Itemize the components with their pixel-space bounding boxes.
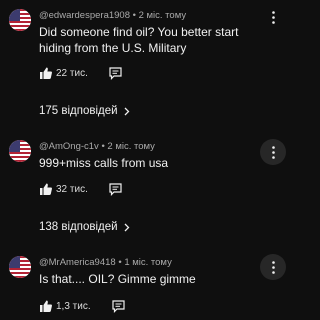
thumbs-up-icon[interactable] <box>39 182 53 196</box>
us-flag-icon <box>9 256 31 278</box>
comment-meta: @edwardespera1908 • 2 міс. тому <box>39 10 186 21</box>
meta-separator: • <box>129 10 139 21</box>
avatar[interactable] <box>9 9 31 31</box>
comment-time: 1 міс. тому <box>124 257 172 268</box>
comment-actions: 32 тис. <box>39 181 122 197</box>
comment-meta: @AmOng-c1v • 2 міс. тому <box>39 141 155 152</box>
more-vertical-icon <box>271 260 275 274</box>
comment-actions: 22 тис. <box>39 65 122 81</box>
thumbs-up-icon[interactable] <box>39 66 53 80</box>
comment-text: Did someone find oil? You better start h… <box>39 25 239 55</box>
avatar[interactable] <box>9 140 31 162</box>
comment-author[interactable]: @edwardespera1908 <box>39 10 130 21</box>
comment-actions: 1,3 тис. <box>39 298 125 314</box>
replies-toggle[interactable]: 175 відповідей <box>39 105 130 117</box>
comment-author[interactable]: @AmOng-c1v <box>39 141 99 152</box>
chevron-right-icon <box>124 107 129 115</box>
comment-time: 2 міс. тому <box>107 141 155 152</box>
reply-comment-icon[interactable] <box>109 182 122 196</box>
comment-text: 999+miss calls from usa <box>39 156 169 170</box>
comment-time: 2 міс. тому <box>138 10 187 21</box>
avatar[interactable] <box>9 256 31 278</box>
thumbs-up-icon[interactable] <box>39 299 53 313</box>
us-flag-icon <box>9 140 31 162</box>
replies-toggle[interactable]: 138 відповідей <box>39 221 130 233</box>
like-count: 32 тис. <box>56 183 88 195</box>
chevron-right-icon <box>124 223 129 231</box>
reply-comment-icon[interactable] <box>112 299 125 313</box>
like-count: 22 тис. <box>56 67 88 79</box>
comment-meta: @MrAmerica9418 • 1 міс. тому <box>39 257 172 268</box>
more-vertical-icon <box>271 10 275 24</box>
replies-count: 138 відповідей <box>39 221 118 233</box>
comment-author[interactable]: @MrAmerica9418 <box>39 257 116 268</box>
more-vertical-icon <box>271 145 275 159</box>
like-count: 1,3 тис. <box>56 300 91 312</box>
reply-comment-icon[interactable] <box>109 66 122 80</box>
replies-count: 175 відповідей <box>39 105 118 117</box>
us-flag-icon <box>9 9 31 31</box>
comment-text: Is that.... OIL? Gimme gimme <box>39 272 196 286</box>
